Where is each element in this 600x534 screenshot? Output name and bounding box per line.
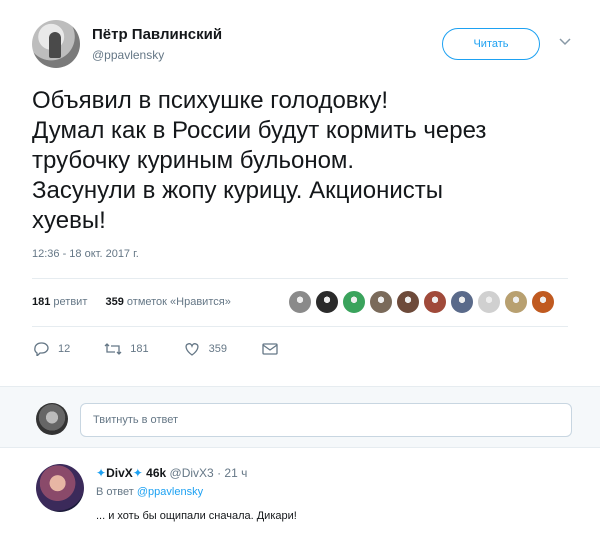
reply-author-handle[interactable]: @DivX3 <box>170 466 214 480</box>
divider <box>32 278 568 279</box>
liker-avatar[interactable] <box>531 290 555 314</box>
tweet-text: Объявил в психушке голодовку! Думал как … <box>32 86 572 236</box>
author-name[interactable]: Пётр Павлинский <box>92 26 222 43</box>
liker-avatar[interactable] <box>477 290 501 314</box>
tweet-text-line: хуевы! <box>32 207 106 234</box>
reply-time[interactable]: 21 ч <box>224 466 247 480</box>
tweet-timestamp[interactable]: 12:36 - 18 окт. 2017 г. <box>32 248 139 260</box>
liker-avatar[interactable] <box>450 290 474 314</box>
likes-label[interactable]: отметок «Нравится» <box>127 296 231 308</box>
reply-to-label: В ответ <box>96 486 134 498</box>
liker-avatar[interactable] <box>288 290 312 314</box>
tweet-stats: 181 ретвит 359 отметок «Нравится» <box>32 296 231 308</box>
retweet-icon <box>104 341 122 357</box>
author-avatar[interactable] <box>32 20 80 68</box>
chevron-down-icon[interactable] <box>557 34 573 50</box>
reply-input[interactable]: Твитнуть в ответ <box>80 403 572 437</box>
reply-author-name[interactable]: DivX <box>106 466 133 480</box>
liker-avatar[interactable] <box>342 290 366 314</box>
envelope-icon <box>261 341 279 357</box>
reply-icon <box>32 341 50 357</box>
liker-avatar[interactable] <box>423 290 447 314</box>
reply-header: ✦DivX✦ 46k @DivX3 · 21 ч <box>96 466 247 480</box>
reply-composer: Твитнуть в ответ <box>0 386 600 448</box>
retweets-count[interactable]: 181 <box>32 296 50 308</box>
tweet-text-line: Засунули в жопу курицу. Акционисты <box>32 177 443 204</box>
reply-author-followers[interactable]: 46k <box>146 466 166 480</box>
sparkle-icon: ✦ <box>132 466 143 480</box>
liker-avatar[interactable] <box>369 290 393 314</box>
liker-avatar[interactable] <box>396 290 420 314</box>
like-button[interactable]: 359 <box>183 341 227 357</box>
retweet-button[interactable]: 181 <box>104 341 149 357</box>
reply-text: ... и хоть бы ощипали сначала. Дикари! <box>96 510 297 522</box>
reply-tweet[interactable]: ✦DivX✦ 46k @DivX3 · 21 ч В ответ @ppavle… <box>0 448 600 534</box>
current-user-avatar <box>36 403 68 435</box>
tweet-actions: 12 181 359 <box>32 340 321 358</box>
likes-count[interactable]: 359 <box>105 296 123 308</box>
liker-avatar[interactable] <box>315 290 339 314</box>
liker-avatars[interactable] <box>288 290 558 316</box>
reply-to-handle[interactable]: @ppavlensky <box>137 486 203 498</box>
direct-message-button[interactable] <box>261 341 287 357</box>
separator: · <box>217 466 222 480</box>
tweet-text-line: Объявил в психушке голодовку! <box>32 87 388 114</box>
author-handle[interactable]: @ppavlensky <box>92 48 164 62</box>
tweet-header: Пётр Павлинский @ppavlensky Читать <box>32 20 580 72</box>
retweet-count: 181 <box>130 343 149 355</box>
liker-avatar[interactable] <box>504 290 528 314</box>
reply-author-avatar[interactable] <box>36 464 84 512</box>
like-count: 359 <box>208 343 227 355</box>
divider <box>32 326 568 327</box>
reply-count: 12 <box>58 343 71 355</box>
sparkle-icon: ✦ <box>96 466 107 480</box>
follow-button[interactable]: Читать <box>442 28 540 60</box>
reply-button[interactable]: 12 <box>32 341 70 357</box>
tweet-text-line: трубочку куриным бульоном. <box>32 147 355 174</box>
tweet-text-line: Думал как в России будут кормить через <box>32 117 487 144</box>
retweets-label[interactable]: ретвит <box>53 296 87 308</box>
heart-icon <box>183 341 201 357</box>
reply-to: В ответ @ppavlensky <box>96 486 203 498</box>
